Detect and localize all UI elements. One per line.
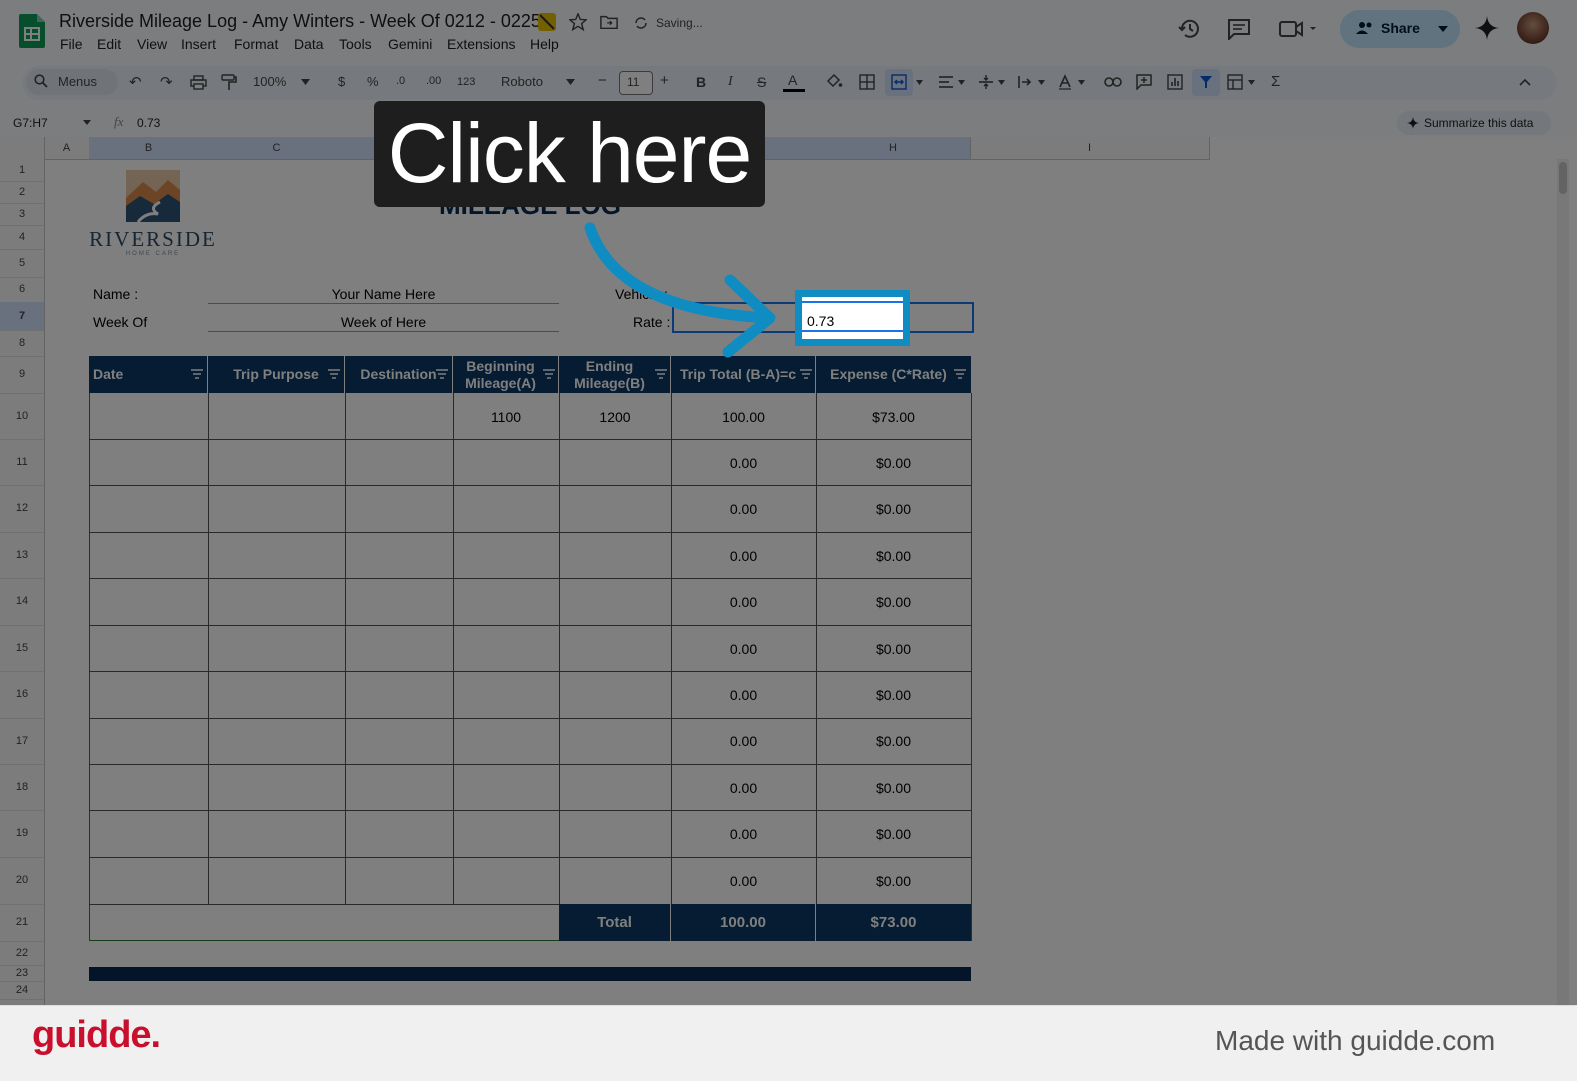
pointer-arrow-icon xyxy=(584,222,776,358)
tutorial-dim-overlay xyxy=(0,0,1577,1005)
rate-value: 0.73 xyxy=(807,313,835,329)
guidde-logo: guidde. xyxy=(32,1014,161,1056)
callout-text: Click here xyxy=(387,106,752,200)
made-with-text: Made with guidde.com xyxy=(1215,1025,1496,1056)
selection-border xyxy=(802,330,903,332)
selection-border xyxy=(802,301,903,303)
